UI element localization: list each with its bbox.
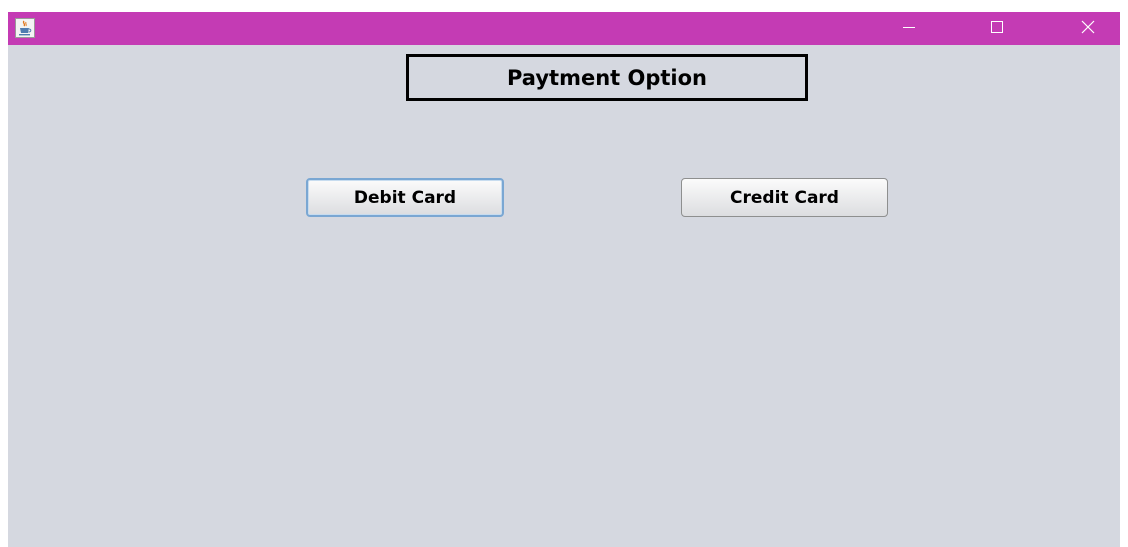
maximize-icon <box>990 19 1004 38</box>
close-button[interactable] <box>1065 12 1111 45</box>
minimize-icon <box>902 19 916 38</box>
java-coffee-cup-icon[interactable] <box>15 18 35 38</box>
content-panel: Paytment Option Debit Card Credit Card <box>8 45 1120 547</box>
close-icon <box>1080 19 1096 39</box>
title-bar[interactable] <box>8 12 1120 45</box>
minimize-button[interactable] <box>886 12 932 45</box>
credit-card-button[interactable]: Credit Card <box>681 178 888 217</box>
maximize-button[interactable] <box>974 12 1020 45</box>
debit-card-button[interactable]: Debit Card <box>306 178 504 217</box>
application-window: Paytment Option Debit Card Credit Card <box>8 12 1120 547</box>
page-title: Paytment Option <box>406 54 808 101</box>
